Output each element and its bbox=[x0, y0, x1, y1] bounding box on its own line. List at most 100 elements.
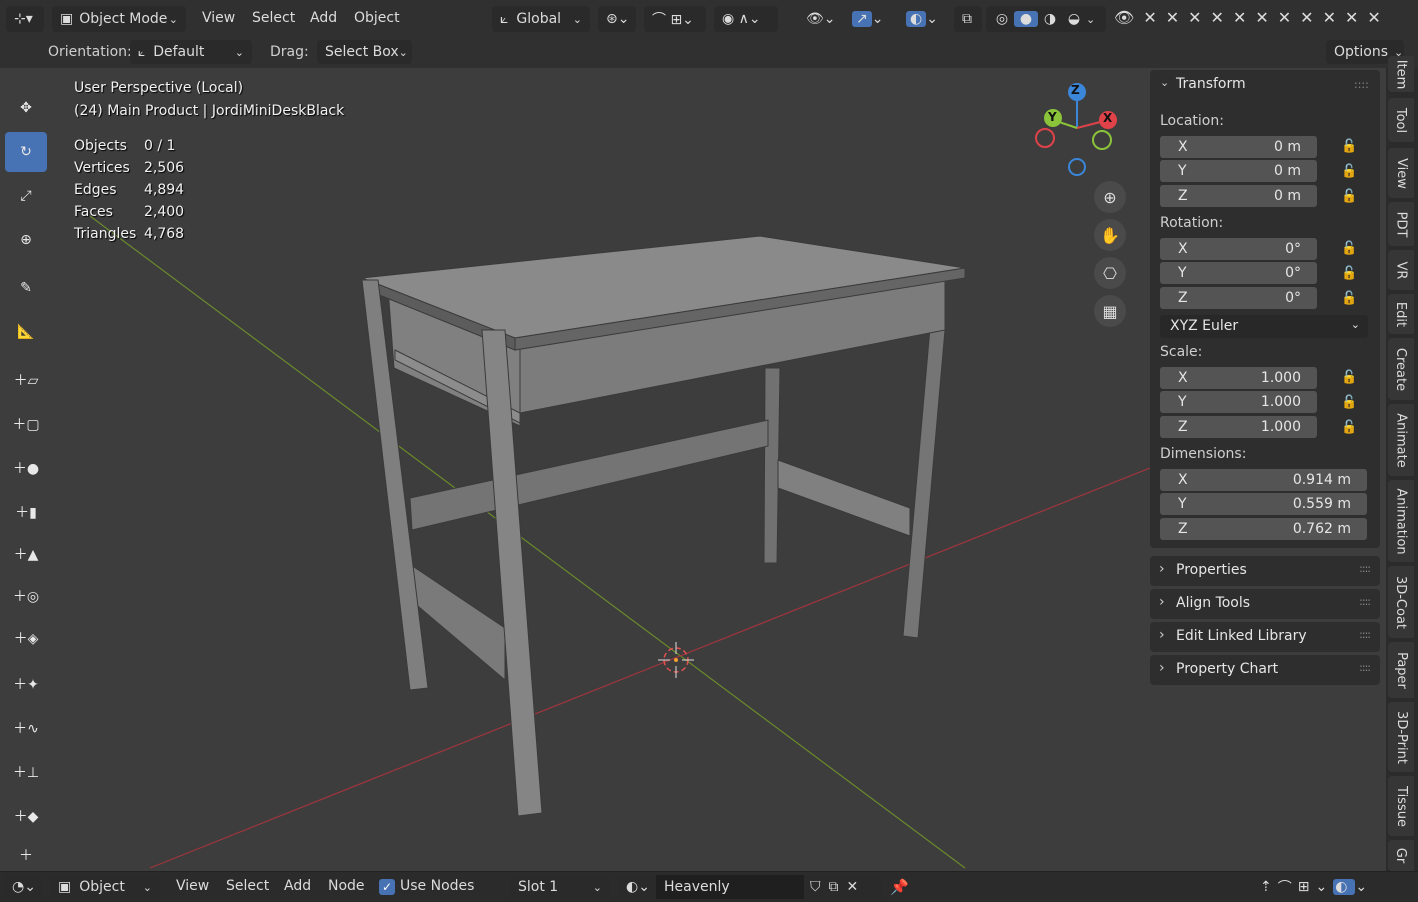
grid-perspective-icon[interactable]: ▦ bbox=[1094, 295, 1126, 327]
parent-node-icon[interactable]: ⇡ bbox=[1260, 879, 1278, 895]
menu-view[interactable]: View bbox=[202, 10, 235, 26]
pan-hand-icon[interactable]: ✋ bbox=[1094, 219, 1126, 251]
material-shading-icon[interactable]: ◑ bbox=[1038, 11, 1062, 27]
lock-icon[interactable]: 🔓 bbox=[1341, 164, 1357, 179]
orientation-dropdown[interactable]: ⟀ Default ⌄ bbox=[130, 40, 252, 64]
menu-object[interactable]: Object bbox=[354, 10, 400, 26]
xray-toggle[interactable]: ⧉ bbox=[954, 6, 982, 32]
use-nodes-checkbox[interactable]: ✓ bbox=[379, 879, 395, 895]
measure-tool-icon[interactable]: 📐 bbox=[5, 312, 47, 352]
material-browse-button[interactable]: ◐⌄ bbox=[618, 875, 656, 899]
drag-grip-icon[interactable]: :::: bbox=[1354, 78, 1369, 91]
editor-type-button[interactable]: ◔⌄ bbox=[4, 875, 42, 899]
lock-icon[interactable]: 🔓 bbox=[1341, 370, 1357, 385]
location-x-field[interactable]: X 0 m bbox=[1160, 136, 1317, 158]
tab-vr[interactable]: VR bbox=[1388, 250, 1414, 290]
drag-dropdown[interactable]: Select Box ⌄ bbox=[317, 40, 412, 64]
3d-viewport[interactable]: User Perspective (Local) (24) Main Produ… bbox=[0, 68, 1150, 871]
scale-z-field[interactable]: Z 1.000 bbox=[1160, 416, 1317, 438]
move-tool-icon[interactable]: ✥ bbox=[5, 88, 47, 128]
snap-options-icon[interactable]: ⊞⌄ bbox=[1298, 879, 1333, 895]
rotation-y-field[interactable]: Y 0° bbox=[1160, 262, 1317, 284]
transform-tool-icon[interactable]: ⊕ bbox=[5, 220, 47, 260]
add-cube-icon[interactable]: ＋▢ bbox=[5, 404, 47, 444]
add-armature-icon[interactable]: ＋✦ bbox=[5, 664, 47, 704]
lock-icon[interactable]: 🔓 bbox=[1341, 395, 1357, 410]
proportional-edit-button[interactable]: ◉ ∧⌄ bbox=[714, 6, 778, 32]
chevron-down-icon[interactable]: ⌄ bbox=[1160, 76, 1169, 89]
outliner-filter-icons[interactable]: 👁✕✕✕✕✕✕✕✕✕✕✕ bbox=[1114, 8, 1418, 30]
menu-select[interactable]: Select bbox=[226, 878, 269, 894]
material-name-field[interactable]: Heavenly bbox=[656, 875, 804, 899]
fake-user-shield-icon[interactable]: ⛉ bbox=[810, 879, 829, 895]
wireframe-shading-icon[interactable]: ◎ bbox=[990, 11, 1014, 27]
menu-select[interactable]: Select bbox=[252, 10, 295, 26]
visibility-button[interactable]: 👁⌄ bbox=[798, 6, 838, 32]
overlays-icon[interactable]: ◐ bbox=[1333, 879, 1356, 895]
solid-shading-icon[interactable]: ● bbox=[1014, 11, 1038, 27]
add-plane-icon[interactable]: ＋▱ bbox=[5, 360, 47, 400]
panel-property-chart[interactable]: › Property Chart:::: bbox=[1150, 655, 1380, 685]
rotation-x-field[interactable]: X 0° bbox=[1160, 238, 1317, 260]
tab-paper[interactable]: Paper bbox=[1388, 642, 1414, 698]
rotate-tool-icon[interactable]: ↻ bbox=[5, 132, 47, 172]
tab-item[interactable]: Item bbox=[1388, 56, 1414, 92]
panel-edit-linked-library[interactable]: › Edit Linked Library:::: bbox=[1150, 622, 1380, 652]
lock-icon[interactable]: 🔓 bbox=[1341, 266, 1357, 281]
menu-add[interactable]: Add bbox=[284, 878, 311, 894]
snap-button[interactable]: ⌒ ⊞⌄ bbox=[644, 6, 706, 32]
add-more-icon[interactable]: ＋ bbox=[5, 840, 47, 870]
tab-view[interactable]: View bbox=[1388, 148, 1414, 198]
panel-properties[interactable]: › Properties:::: bbox=[1150, 556, 1380, 586]
menu-node[interactable]: Node bbox=[328, 878, 365, 894]
dimensions-z-field[interactable]: Z 0.762 m bbox=[1160, 518, 1367, 540]
pin-icon[interactable]: 📌 bbox=[890, 880, 909, 895]
duplicate-icon[interactable]: ⧉ bbox=[829, 879, 847, 895]
scale-x-field[interactable]: X 1.000 bbox=[1160, 367, 1317, 389]
lock-icon[interactable]: 🔓 bbox=[1341, 241, 1357, 256]
location-z-field[interactable]: Z 0 m bbox=[1160, 185, 1317, 207]
add-cylinder-icon[interactable]: ＋▮ bbox=[5, 492, 47, 532]
snap-icon[interactable]: ⌒ bbox=[1278, 877, 1298, 897]
tab-tool[interactable]: Tool bbox=[1388, 98, 1414, 142]
lock-icon[interactable]: 🔓 bbox=[1341, 139, 1357, 154]
tab-edit[interactable]: Edit bbox=[1388, 294, 1414, 334]
add-gem-icon[interactable]: ＋◆ bbox=[5, 796, 47, 836]
tab-pdt[interactable]: PDT bbox=[1388, 202, 1414, 246]
lock-icon[interactable]: 🔓 bbox=[1341, 291, 1357, 306]
rendered-shading-icon[interactable]: ◒ bbox=[1062, 11, 1086, 27]
add-curve-icon[interactable]: ＋∿ bbox=[5, 708, 47, 748]
add-cone-icon[interactable]: ＋▲ bbox=[5, 534, 47, 574]
pivot-point-button[interactable]: ⊛⌄ bbox=[598, 6, 636, 32]
menu-view[interactable]: View bbox=[176, 878, 209, 894]
zoom-icon[interactable]: ⊕ bbox=[1094, 181, 1126, 213]
tab-animate[interactable]: Animate bbox=[1388, 404, 1414, 476]
annotate-tool-icon[interactable]: ✎ bbox=[5, 268, 47, 308]
overlays-toggle[interactable]: ◐ ⌄ bbox=[898, 6, 946, 32]
tab-3d-coat[interactable]: 3D-Coat bbox=[1388, 566, 1414, 638]
slot-dropdown[interactable]: Slot 1 ⌄ bbox=[510, 875, 610, 899]
close-icon[interactable]: ✕ bbox=[847, 879, 867, 895]
tab-animation[interactable]: Animation bbox=[1388, 480, 1414, 562]
location-y-field[interactable]: Y 0 m bbox=[1160, 160, 1317, 182]
chevron-down-icon[interactable]: ⌄ bbox=[1086, 13, 1100, 26]
scale-y-field[interactable]: Y 1.000 bbox=[1160, 391, 1317, 413]
add-custom-icon[interactable]: ＋◈ bbox=[5, 618, 47, 658]
lock-icon[interactable]: 🔓 bbox=[1341, 420, 1357, 435]
tab-gr[interactable]: Gr bbox=[1388, 840, 1414, 871]
rotation-mode-dropdown[interactable]: XYZ Euler ⌄ bbox=[1160, 315, 1368, 338]
add-empty-icon[interactable]: ＋⊥ bbox=[5, 752, 47, 792]
gizmo-toggle[interactable]: ↗ ⌄ bbox=[844, 6, 890, 32]
menu-add[interactable]: Add bbox=[310, 10, 337, 26]
navigation-gizmo[interactable]: Z X Y bbox=[1030, 78, 1125, 188]
scale-tool-icon[interactable]: ⤢ bbox=[5, 176, 47, 216]
editor-type-button[interactable]: ⊹▾ bbox=[6, 6, 44, 32]
transform-title[interactable]: Transform bbox=[1176, 76, 1246, 92]
add-torus-icon[interactable]: ＋◎ bbox=[5, 576, 47, 616]
tab-create[interactable]: Create bbox=[1388, 338, 1414, 400]
object-type-dropdown[interactable]: ▣ Object ⌄ bbox=[50, 875, 160, 899]
camera-icon[interactable]: ⎔ bbox=[1094, 257, 1126, 289]
dimensions-x-field[interactable]: X 0.914 m bbox=[1160, 469, 1367, 491]
add-sphere-icon[interactable]: ＋● bbox=[5, 448, 47, 488]
tab-3d-print[interactable]: 3D-Print bbox=[1388, 702, 1414, 772]
